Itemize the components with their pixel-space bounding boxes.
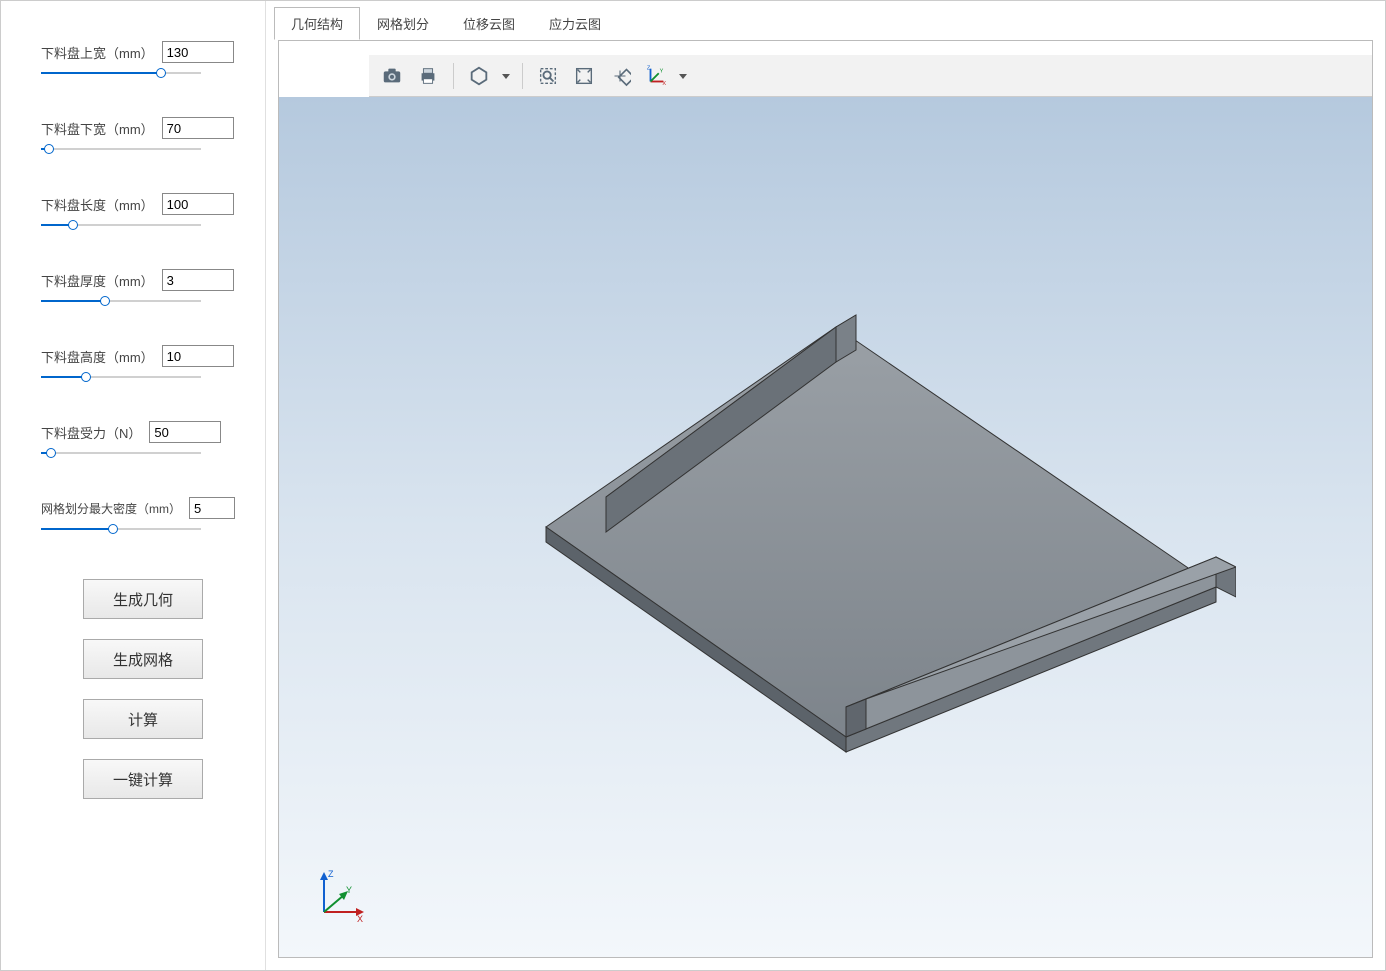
app-root: 下料盘上宽（mm） 下料盘下宽（mm） 下料盘长度（mm） 下料盘厚度（mm） 下料盘高… bbox=[0, 0, 1386, 971]
param-row-4: 下料盘高度（mm） bbox=[41, 345, 245, 383]
tab-2[interactable]: 位移云图 bbox=[446, 7, 532, 40]
slider-0[interactable] bbox=[41, 67, 201, 79]
slider-5[interactable] bbox=[41, 447, 201, 459]
param-label-2: 下料盘长度（mm） bbox=[41, 195, 154, 214]
action-button-group: 生成几何 生成网格 计算 一键计算 bbox=[41, 579, 245, 799]
svg-text:X: X bbox=[662, 81, 666, 87]
svg-text:Y: Y bbox=[660, 68, 664, 74]
param-input-4[interactable] bbox=[162, 345, 234, 367]
tab-0[interactable]: 几何结构 bbox=[274, 7, 360, 40]
corner-axis-triad: Z Y X bbox=[309, 867, 369, 927]
tab-3[interactable]: 应力云图 bbox=[532, 7, 618, 40]
param-input-2[interactable] bbox=[162, 193, 234, 215]
axis-x-label: X bbox=[357, 914, 363, 924]
param-label-0: 下料盘上宽（mm） bbox=[41, 43, 154, 62]
param-input-0[interactable] bbox=[162, 41, 234, 63]
slider-mesh[interactable] bbox=[41, 523, 201, 535]
tab-bar: 几何结构网格划分位移云图应力云图 bbox=[266, 1, 1385, 40]
slider-1[interactable] bbox=[41, 143, 201, 155]
param-input-5[interactable] bbox=[149, 421, 221, 443]
param-input-1[interactable] bbox=[162, 117, 234, 139]
fit-view-button[interactable] bbox=[569, 61, 599, 91]
param-label-5: 下料盘受力（N） bbox=[41, 423, 141, 442]
param-row-0: 下料盘上宽（mm） bbox=[41, 41, 245, 79]
zoom-area-button[interactable] bbox=[533, 61, 563, 91]
param-label-4: 下料盘高度（mm） bbox=[41, 347, 154, 366]
param-row-3: 下料盘厚度（mm） bbox=[41, 269, 245, 307]
geometry-model bbox=[416, 267, 1236, 787]
generate-mesh-button[interactable]: 生成网格 bbox=[83, 639, 203, 679]
slider-3[interactable] bbox=[41, 295, 201, 307]
tab-1[interactable]: 网格划分 bbox=[360, 7, 446, 40]
viewer-toolbar: Z Y X bbox=[369, 55, 1372, 97]
snapshot-button[interactable] bbox=[377, 61, 407, 91]
axis-z-label: Z bbox=[328, 869, 334, 879]
param-label-1: 下料盘下宽（mm） bbox=[41, 119, 154, 138]
generate-geometry-button[interactable]: 生成几何 bbox=[83, 579, 203, 619]
one-click-compute-button[interactable]: 一键计算 bbox=[83, 759, 203, 799]
print-button[interactable] bbox=[413, 61, 443, 91]
param-label-3: 下料盘厚度（mm） bbox=[41, 271, 154, 290]
compute-button[interactable]: 计算 bbox=[83, 699, 203, 739]
axis-y-label: Y bbox=[346, 885, 352, 895]
main-panel: 几何结构网格划分位移云图应力云图 bbox=[266, 1, 1385, 970]
param-row-1: 下料盘下宽（mm） bbox=[41, 117, 245, 155]
render-mode-dropdown[interactable] bbox=[500, 71, 512, 81]
sidebar: 下料盘上宽（mm） 下料盘下宽（mm） 下料盘长度（mm） 下料盘厚度（mm） 下料盘高… bbox=[1, 1, 266, 970]
param-row-2: 下料盘长度（mm） bbox=[41, 193, 245, 231]
slider-2[interactable] bbox=[41, 219, 201, 231]
param-row-5: 下料盘受力（N） bbox=[41, 421, 245, 459]
axis-triad-button[interactable]: Z Y X bbox=[641, 61, 671, 91]
param-input-mesh[interactable] bbox=[189, 497, 235, 519]
param-input-3[interactable] bbox=[162, 269, 234, 291]
viewport-3d[interactable]: Z Y X bbox=[279, 97, 1372, 957]
viewer-container: Z Y X bbox=[278, 40, 1373, 958]
render-mode-button[interactable] bbox=[464, 61, 494, 91]
axis-dropdown[interactable] bbox=[677, 71, 689, 81]
param-row-mesh: 网格划分最大密度（mm） bbox=[41, 497, 245, 535]
param-label-mesh: 网格划分最大密度（mm） bbox=[41, 500, 181, 517]
isometric-view-button[interactable] bbox=[605, 61, 635, 91]
slider-4[interactable] bbox=[41, 371, 201, 383]
